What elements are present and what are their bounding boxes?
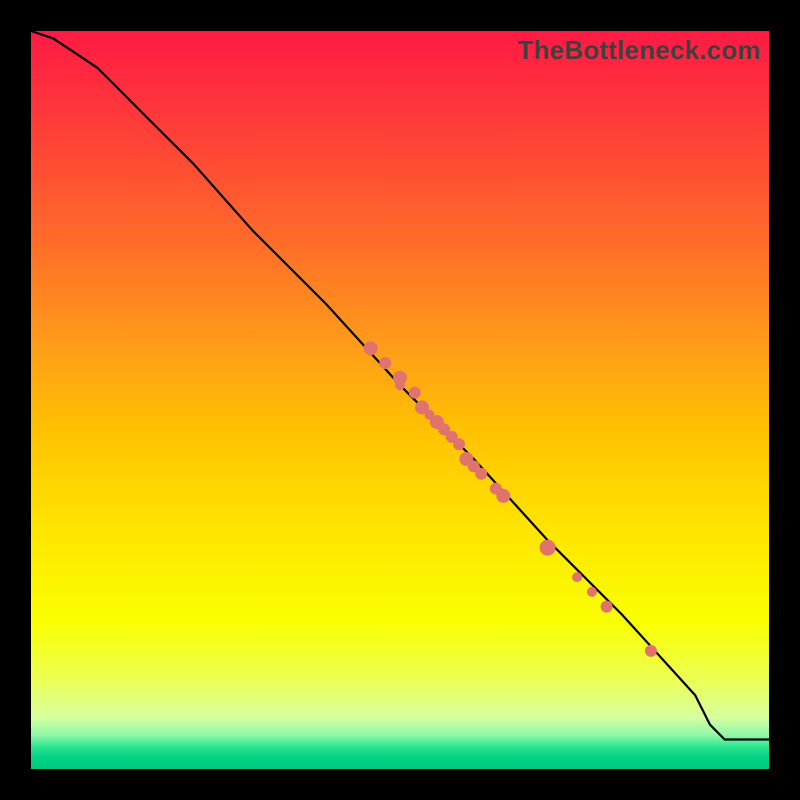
chart-frame: TheBottleneck.com xyxy=(0,0,800,800)
data-point xyxy=(540,540,556,556)
data-point xyxy=(364,341,378,355)
data-point xyxy=(496,489,510,503)
data-point xyxy=(587,587,597,597)
plot-area: TheBottleneck.com xyxy=(31,31,769,769)
data-point xyxy=(601,601,613,613)
data-point xyxy=(453,438,465,450)
data-point xyxy=(645,645,657,657)
data-point xyxy=(379,357,391,369)
data-point xyxy=(475,468,487,480)
data-point xyxy=(395,380,405,390)
chart-overlay xyxy=(31,31,769,769)
data-point xyxy=(409,387,421,399)
data-point xyxy=(572,572,582,582)
